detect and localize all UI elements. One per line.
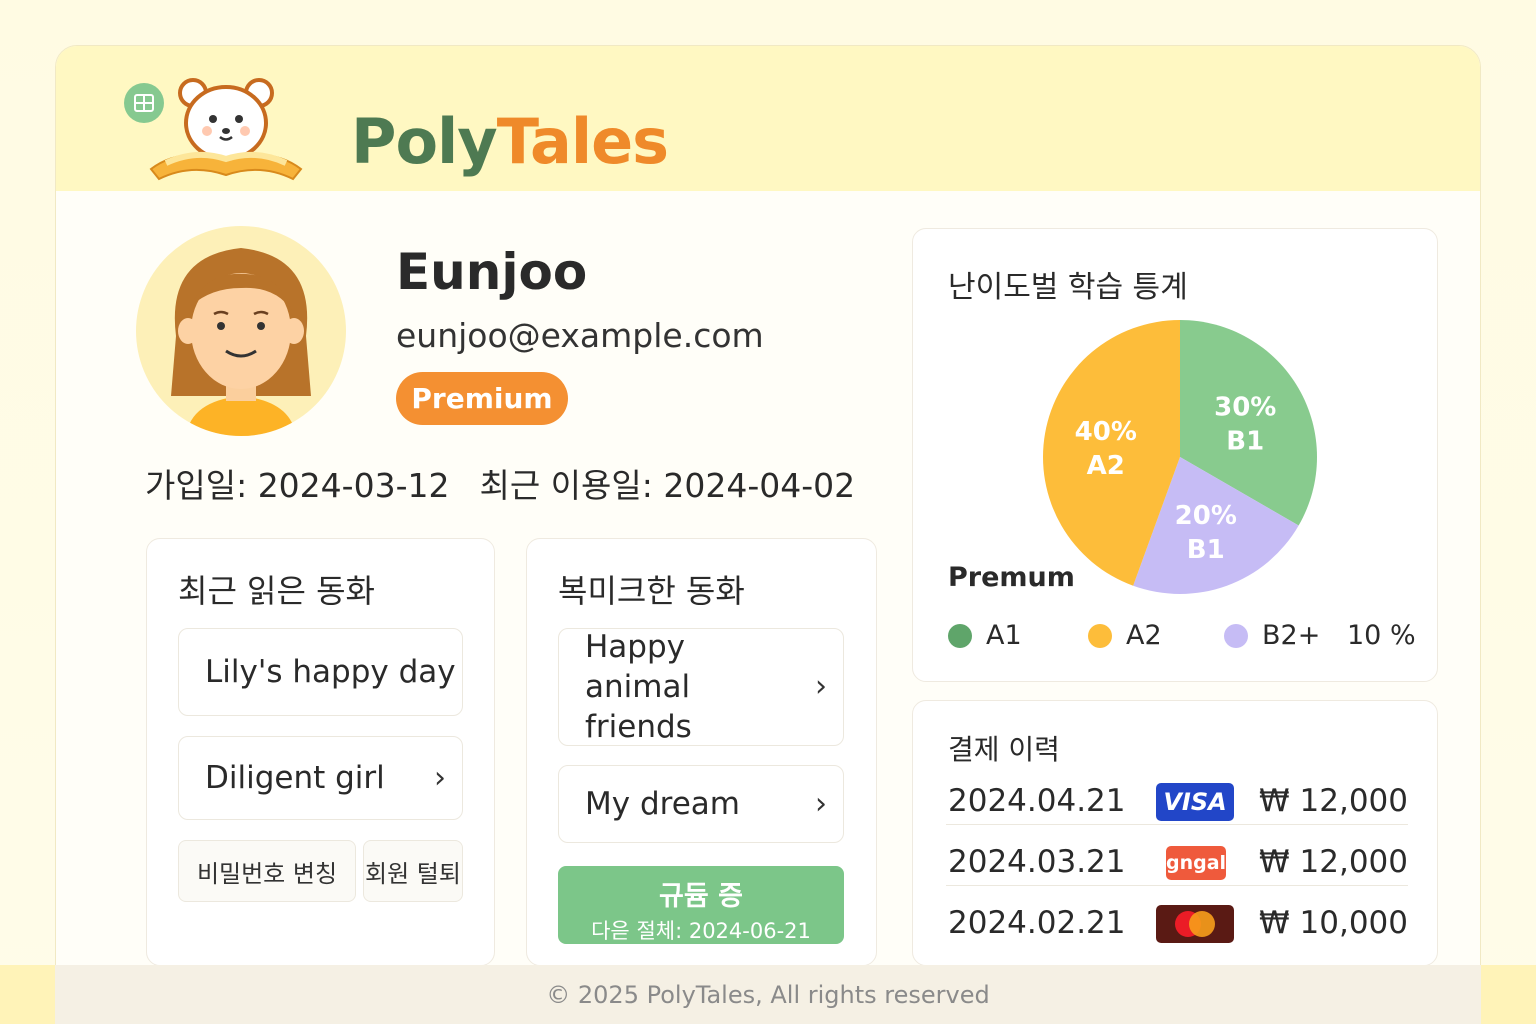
mastercard-icon bbox=[1156, 905, 1234, 943]
withdraw-button[interactable]: 회원 털퇴 bbox=[363, 840, 463, 902]
pie-percent-label: 40% bbox=[1075, 417, 1137, 447]
story-title: Lily's happy day bbox=[205, 654, 456, 690]
legend-label: A2 bbox=[1126, 620, 1162, 651]
payment-amount: ₩ 12,000 bbox=[1259, 844, 1408, 880]
header: PolyTales bbox=[56, 46, 1480, 191]
account-dates: 가입일: 2024-03-12 최근 이용일: 2024-04-02 bbox=[145, 459, 855, 507]
divider bbox=[946, 824, 1408, 825]
payment-date: 2024.03.21 bbox=[948, 844, 1126, 880]
user-name: Eunjoo bbox=[396, 243, 588, 301]
brand-name: PolyTales bbox=[351, 105, 669, 178]
payment-method-icon: gngal bbox=[1166, 846, 1226, 880]
story-title: My dream bbox=[585, 786, 740, 822]
story-title: Diligent girl bbox=[205, 760, 385, 796]
pie-level-label: A2 bbox=[1087, 451, 1125, 481]
footer-text: © 2025 PolyTales, All rights reserved bbox=[55, 965, 1481, 1024]
joined-date: 가입일: 2024-03-12 bbox=[145, 466, 450, 505]
legend-item: B2+ bbox=[1224, 620, 1320, 651]
brand-name-poly: Poly bbox=[351, 105, 498, 178]
plan-badge: Premium bbox=[396, 372, 568, 425]
chevron-right-icon: › bbox=[815, 669, 827, 704]
recent-stories-title: 최근 읽은 동화 bbox=[178, 572, 375, 610]
legend-extra-value: 10 % bbox=[1347, 620, 1416, 651]
pie-percent-label: 20% bbox=[1175, 501, 1237, 531]
pie-percent-label: 30% bbox=[1214, 392, 1276, 422]
legend-item: A2 bbox=[1088, 620, 1162, 651]
stats-title: 난이도벌 학습 틍계 bbox=[948, 270, 1188, 305]
chevron-right-icon: › bbox=[434, 760, 446, 796]
level-pie-chart: 30% B1 20% B1 40% A2 bbox=[1043, 320, 1317, 594]
legend-label: B2+ bbox=[1262, 620, 1321, 651]
bookmark-item[interactable]: My dream › bbox=[558, 765, 844, 843]
subscription-button[interactable]: 규듐 증 다읃 절체: 2024-06-21 bbox=[558, 866, 844, 944]
legend-swatch bbox=[948, 623, 972, 648]
chevron-right-icon: › bbox=[815, 786, 827, 822]
payment-date: 2024.02.21 bbox=[948, 905, 1126, 941]
recent-story-item[interactable]: Lily's happy day bbox=[178, 628, 463, 716]
bookmarks-title: 복미크한 동화 bbox=[558, 572, 745, 610]
user-email: eunjoo@example.com bbox=[396, 316, 764, 355]
story-title: Happy animal friends bbox=[585, 629, 692, 745]
bear-book-icon bbox=[124, 78, 303, 181]
premium-label: Premum bbox=[948, 562, 1075, 593]
divider bbox=[946, 885, 1408, 886]
next-billing-date: 다읃 절체: 2024-06-21 bbox=[591, 919, 811, 943]
legend-label: A1 bbox=[986, 620, 1022, 651]
payments-title: 결제 이력 bbox=[948, 733, 1060, 766]
pie-level-label: B1 bbox=[1226, 426, 1264, 456]
subscription-status: 규듐 증 bbox=[659, 881, 743, 912]
avatar bbox=[136, 226, 346, 436]
legend-swatch bbox=[1224, 623, 1248, 648]
payment-amount: ₩ 12,000 bbox=[1259, 783, 1408, 819]
logo[interactable]: PolyTales bbox=[121, 71, 669, 181]
change-password-button[interactable]: 비밀번호 변칭 bbox=[178, 840, 356, 902]
payment-row: 2024.02.21 ₩ 10,000 bbox=[948, 895, 1408, 955]
legend-item: A1 bbox=[948, 620, 1022, 651]
payment-amount: ₩ 10,000 bbox=[1259, 905, 1408, 941]
payment-date: 2024.04.21 bbox=[948, 783, 1126, 819]
bookmark-item[interactable]: Happy animal friends › bbox=[558, 628, 844, 746]
legend-swatch bbox=[1088, 623, 1112, 648]
pie-level-label: B1 bbox=[1187, 535, 1225, 565]
page: PolyTales Eunjoo eunjoo@example.com Prem… bbox=[0, 0, 1536, 1024]
recent-story-item[interactable]: Diligent girl › bbox=[178, 736, 463, 820]
brand-name-tales: Tales bbox=[496, 105, 669, 178]
visa-icon: VISA bbox=[1156, 783, 1234, 821]
last-used-date: 최근 이용일: 2024-04-02 bbox=[479, 466, 856, 505]
